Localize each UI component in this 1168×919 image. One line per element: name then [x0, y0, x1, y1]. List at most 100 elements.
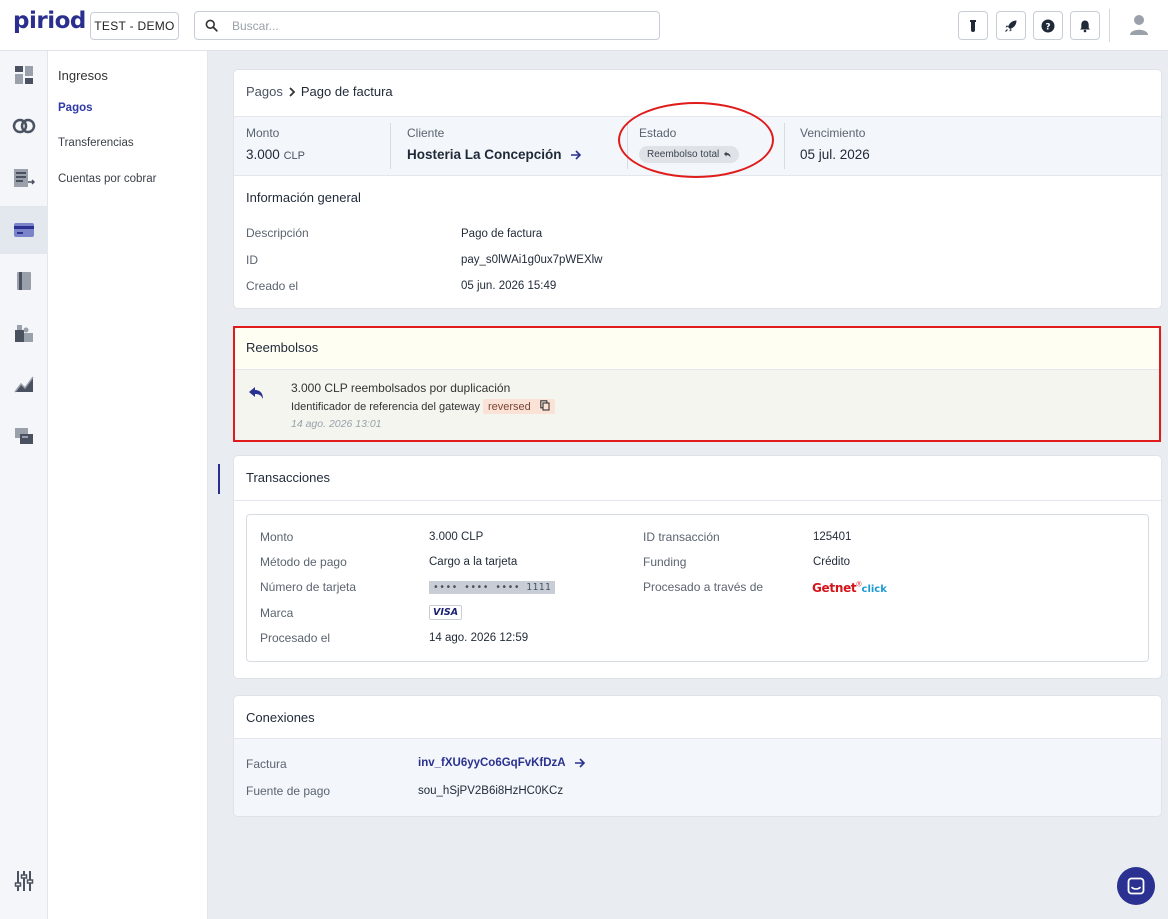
svg-text:?: ? [1045, 22, 1050, 32]
visa-logo: VISA [429, 605, 463, 620]
invoice-link[interactable]: inv_fXU6yyCo6GqFvKfDzA [418, 757, 586, 769]
transactions-card: Transacciones Monto 3.000 CLP Método de … [234, 456, 1161, 678]
stat-due-value: 05 jul. 2026 [800, 147, 870, 162]
tx-brand-label: Marca [260, 606, 294, 620]
general-info-title: Información general [246, 190, 361, 205]
transactions-title: Transacciones [246, 470, 331, 485]
divider [234, 500, 1161, 501]
status-highlight-ellipse [618, 102, 774, 178]
rail-puzzle[interactable] [0, 309, 48, 357]
connections-card: Conexiones Factura inv_fXU6yyCo6GqFvKfDz… [234, 696, 1161, 816]
help-icon: ? [1041, 19, 1055, 32]
rail-book[interactable] [0, 257, 48, 305]
id-value: pay_s0lWAi1g0ux7pWEXlw [461, 254, 603, 266]
tx-amount-label: Monto [260, 530, 294, 544]
stat-amount-label: Monto [246, 126, 280, 140]
arrow-right-icon [570, 149, 581, 160]
integrations-icon [12, 118, 36, 134]
connections-body: Factura inv_fXU6yyCo6GqFvKfDzA Fuente de… [234, 738, 1161, 816]
description-label: Descripción [246, 226, 309, 240]
transaction-details: Monto 3.000 CLP Método de pago Cargo a l… [246, 514, 1149, 662]
rocket-button[interactable] [996, 11, 1026, 40]
arrow-right-icon [574, 758, 585, 768]
rail-dashboard[interactable] [0, 51, 48, 99]
search-icon [205, 19, 218, 32]
payment-source-value: sou_hSjPV2B6i8HzHC0KCz [418, 785, 564, 797]
tx-id-label: ID transacción [643, 530, 720, 544]
tx-via-label: Procesado a través de [643, 580, 764, 594]
created-label: Creado el [246, 279, 299, 293]
id-label: ID [246, 253, 258, 267]
transfers-icon [15, 428, 33, 444]
rail-invoices[interactable] [0, 154, 48, 202]
tx-card-label: Número de tarjeta [260, 580, 357, 594]
stat-amount-currency: CLP [283, 150, 305, 162]
stat-divider [784, 123, 785, 169]
payment-card: Pagos Pago de factura Monto 3.000 CLP Cl… [234, 70, 1161, 308]
settings-icon [14, 871, 34, 891]
stat-client: Cliente Hosteria La Concepción [407, 126, 582, 162]
description-value: Pago de factura [461, 228, 543, 240]
stat-due-label: Vencimiento [800, 126, 866, 140]
environment-button[interactable]: TEST - DEMO [90, 12, 179, 40]
book-icon [17, 272, 31, 290]
subnav-item-pagos[interactable]: Pagos [58, 102, 93, 114]
invoices-icon [14, 169, 35, 187]
refunds-highlight-box [233, 326, 1161, 442]
subnav-item-transferencias[interactable]: Transferencias [58, 137, 134, 149]
subnav-title: Ingresos [58, 68, 108, 83]
breadcrumb-current: Pago de factura [300, 84, 393, 99]
puzzle-icon [15, 325, 33, 342]
toolbar-divider [1109, 9, 1110, 42]
chevron-right-icon [289, 86, 296, 97]
rail-payments[interactable] [0, 206, 48, 254]
stat-divider [390, 123, 391, 169]
stat-client-label: Cliente [407, 126, 445, 140]
breadcrumb: Pagos Pago de factura [246, 84, 393, 99]
user-menu[interactable] [1126, 12, 1152, 38]
top-bar: piriod TEST - DEMO ? [0, 0, 1168, 51]
payments-icon [14, 223, 34, 237]
search-bar[interactable] [194, 11, 660, 40]
stat-amount: Monto 3.000 CLP [246, 126, 305, 162]
getnet-click-text: click [861, 584, 887, 595]
piriod-logo[interactable]: piriod [13, 8, 86, 34]
getnet-logo: Getnet®click [812, 581, 887, 595]
tx-amount-value: 3.000 CLP [429, 531, 484, 543]
created-value: 05 jun. 2026 15:49 [461, 280, 557, 292]
chat-launcher[interactable] [1117, 867, 1155, 905]
connections-title: Conexiones [246, 710, 315, 725]
user-icon [1130, 15, 1148, 35]
test-tube-button[interactable] [958, 11, 988, 40]
notifications-button[interactable] [1070, 11, 1100, 40]
getnet-logo-text: Getnet [812, 581, 857, 595]
tx-method-label: Método de pago [260, 555, 347, 569]
rail-transfers[interactable] [0, 412, 48, 460]
tx-processed-value: 14 ago. 2026 12:59 [429, 632, 529, 644]
client-link[interactable]: Hosteria La Concepción [407, 147, 582, 162]
tx-method-value: Cargo a la tarjeta [429, 556, 518, 568]
search-input[interactable] [232, 18, 632, 33]
rail-integrations[interactable] [0, 102, 48, 150]
dashboard-icon [15, 66, 33, 84]
subnav-item-cuentas-por-cobrar[interactable]: Cuentas por cobrar [58, 173, 156, 185]
chat-icon [1127, 877, 1145, 895]
icon-rail [0, 51, 48, 919]
rail-settings[interactable] [0, 857, 48, 905]
stat-due: Vencimiento 05 jul. 2026 [800, 126, 870, 162]
test-tube-icon [970, 19, 976, 32]
tx-card-value: •••• •••• •••• 1111 [429, 581, 556, 594]
invoice-label: Factura [246, 757, 287, 771]
reports-icon [14, 376, 34, 393]
rail-reports[interactable] [0, 360, 48, 408]
tx-id-value: 125401 [813, 531, 852, 543]
collapse-handle[interactable] [218, 464, 220, 494]
tx-processed-label: Procesado el [260, 631, 331, 645]
invoice-id[interactable]: inv_fXU6yyCo6GqFvKfDzA [418, 757, 566, 769]
help-button[interactable]: ? [1033, 11, 1063, 40]
breadcrumb-pagos-link[interactable]: Pagos [246, 84, 283, 99]
secondary-nav: Ingresos Pagos Transferencias Cuentas po… [48, 51, 208, 919]
client-name[interactable]: Hosteria La Concepción [407, 147, 562, 162]
tx-funding-value: Crédito [813, 556, 851, 568]
stat-amount-value: 3.000 [246, 147, 280, 162]
